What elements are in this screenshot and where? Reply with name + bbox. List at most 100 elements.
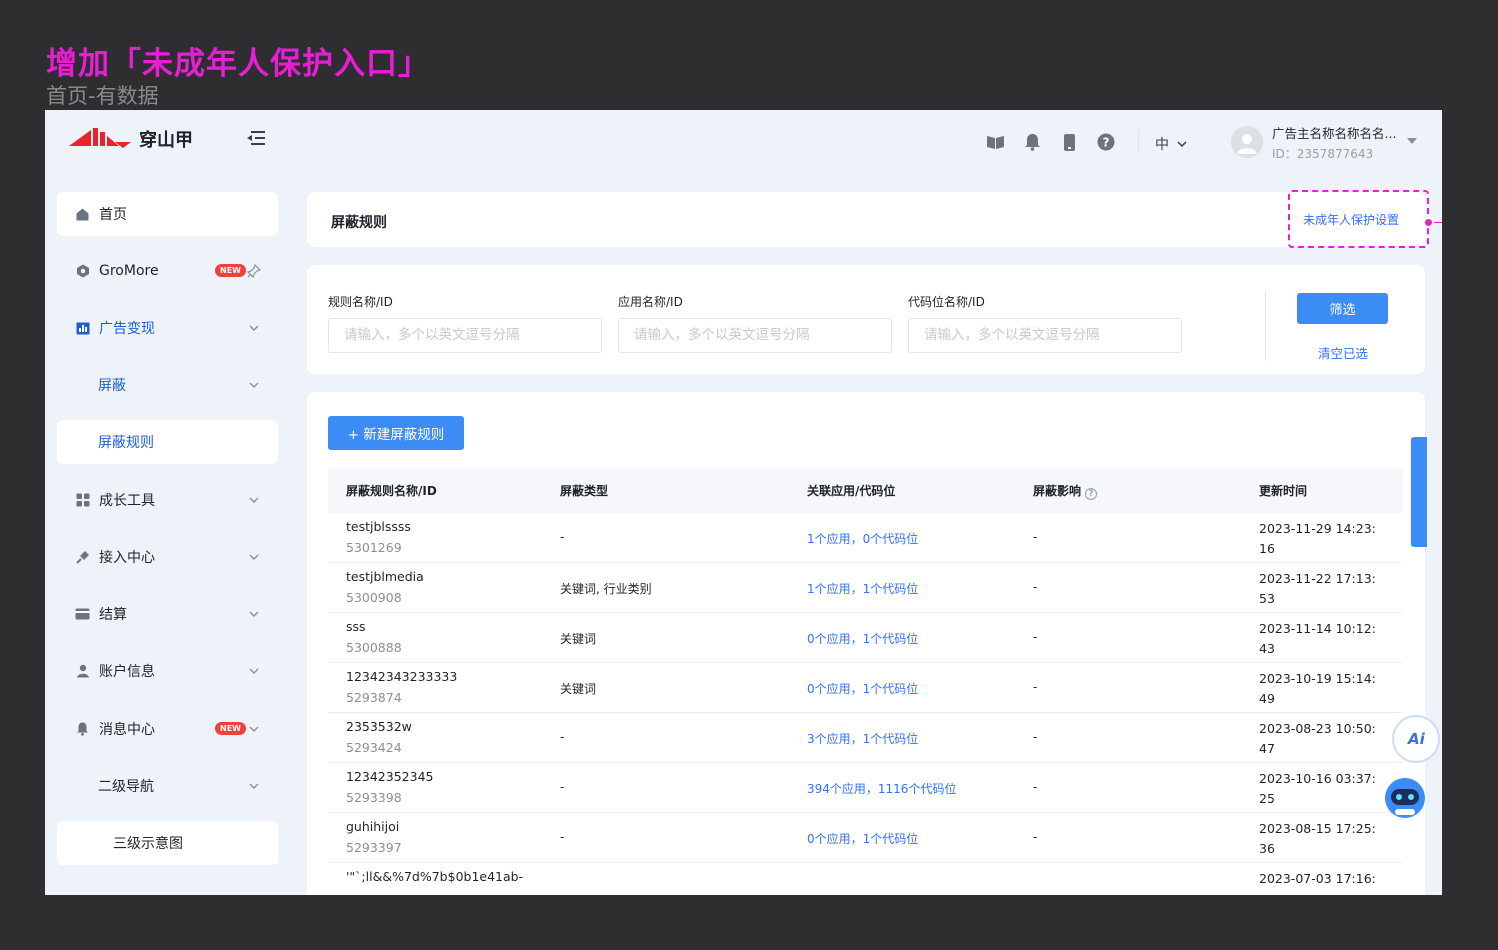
help-icon[interactable]: ? — [1085, 488, 1098, 500]
robot-assistant-icon[interactable] — [1381, 772, 1429, 820]
sidebar-item-block-rules[interactable]: 屏蔽规则 — [57, 420, 278, 464]
collapse-menu-icon[interactable] — [247, 130, 265, 146]
chevron-down-icon — [249, 726, 259, 732]
help-icon[interactable]: ? — [1096, 132, 1116, 152]
update-time: 2023-10-19 15:14:49 — [1259, 671, 1376, 706]
rule-id: 5293398 — [346, 790, 402, 805]
sidebar-item-ad-monetization[interactable]: 广告变现 — [57, 306, 278, 350]
slot-filter-label: 代码位名称/ID — [908, 295, 985, 309]
chevron-down-icon — [249, 325, 259, 331]
table-row[interactable]: 2353532w 5293424 - 3个应用，1个代码位 - 2023-08-… — [328, 713, 1403, 763]
user-id: ID：2357877643 — [1272, 147, 1374, 161]
column-header-effect: 屏蔽影响? — [1033, 482, 1098, 500]
column-header-rule: 屏蔽规则名称/ID — [346, 484, 437, 498]
chart-icon — [75, 321, 90, 336]
ai-assistant-button[interactable]: Ai — [1392, 715, 1440, 763]
design-subtitle: 首页-有数据 — [46, 84, 159, 108]
home-icon — [75, 207, 90, 222]
block-effect: - — [1033, 680, 1038, 694]
relation-link[interactable]: 1个应用，0个代码位 — [807, 530, 918, 547]
bell-icon[interactable] — [1022, 132, 1042, 152]
user-menu-caret-icon[interactable] — [1407, 138, 1417, 144]
rule-name: 2353532w — [346, 719, 412, 734]
sidebar-item-block[interactable]: 屏蔽 — [57, 363, 278, 407]
minor-protection-settings-link[interactable]: 未成年人保护设置 — [1303, 211, 1399, 228]
phone-icon[interactable] — [1059, 132, 1079, 152]
language-switch[interactable]: 中 — [1155, 134, 1187, 154]
page-title: 屏蔽规则 — [331, 215, 387, 231]
sidebar-item-label: 账户信息 — [99, 664, 155, 680]
ai-label: Ai — [1408, 730, 1425, 748]
table-row[interactable]: 12342352345 5293398 - 394个应用，1116个代码位 - … — [328, 763, 1403, 813]
block-type: - — [560, 780, 565, 794]
pin-icon[interactable] — [247, 264, 261, 278]
relation-link[interactable]: 1个应用，1个代码位 — [807, 580, 918, 597]
relation-link[interactable]: 394个应用，1116个代码位 — [807, 780, 956, 797]
annotation-dot — [1423, 217, 1434, 228]
block-effect: - — [1033, 630, 1038, 644]
sidebar-item-message-center[interactable]: 消息中心 NEW — [57, 707, 278, 751]
bell-icon — [75, 722, 90, 737]
update-time: 2023-11-22 17:13:53 — [1259, 571, 1376, 606]
rule-id: 5301269 — [346, 540, 402, 555]
chevron-down-icon — [249, 382, 259, 388]
rule-id: 5293424 — [346, 740, 402, 755]
header-divider — [1138, 130, 1139, 154]
gromore-icon — [75, 264, 90, 279]
table-row[interactable]: testjblmedia 5300908 关键词, 行业类别 1个应用，1个代码… — [328, 563, 1403, 613]
sidebar-item-label: 二级导航 — [98, 779, 154, 795]
rule-id: 5300908 — [346, 590, 402, 605]
app-screen: 穿山甲 ? 中 广告主名称名称名名... ID：2357877643 首页 Gr… — [45, 110, 1442, 895]
sidebar-item-settlement[interactable]: 结算 — [57, 592, 278, 636]
table-row[interactable]: testjblssss 5301269 - 1个应用，0个代码位 - 2023-… — [328, 513, 1403, 563]
relation-link[interactable]: 0个应用，1个代码位 — [807, 630, 918, 647]
block-type: - — [560, 830, 565, 844]
user-avatar-icon — [1237, 134, 1257, 154]
design-title: 增加「未成年人保护入口」 — [46, 46, 430, 82]
block-effect: - — [1033, 730, 1038, 744]
user-name[interactable]: 广告主名称名称名名... — [1272, 123, 1396, 142]
sidebar-item-gromore[interactable]: GroMore NEW — [57, 249, 278, 293]
clear-filters-link[interactable]: 清空已选 — [1318, 343, 1368, 362]
rule-name: 12342343233333 — [346, 669, 458, 684]
sidebar-item-label: 三级示意图 — [113, 836, 183, 852]
column-header-type: 屏蔽类型 — [560, 484, 609, 498]
user-icon — [75, 664, 90, 679]
logo[interactable]: 穿山甲 — [69, 126, 193, 152]
table-row[interactable]: guhihijoi 5293397 - 0个应用，1个代码位 - 2023-08… — [328, 813, 1403, 863]
book-icon[interactable] — [985, 132, 1005, 152]
card-icon — [75, 607, 90, 622]
sidebar-item-home[interactable]: 首页 — [57, 192, 278, 236]
sidebar-item-label: 消息中心 — [99, 722, 155, 738]
column-header-relation: 关联应用/代码位 — [807, 484, 896, 498]
filter-button[interactable]: 筛选 — [1297, 293, 1388, 324]
column-header-time: 更新时间 — [1259, 484, 1308, 498]
feedback-side-tab[interactable] — [1411, 437, 1427, 547]
update-time: 2023-11-29 14:23:16 — [1259, 521, 1376, 556]
table-row[interactable]: sss 5300888 关键词 0个应用，1个代码位 - 2023-11-14 … — [328, 613, 1403, 663]
table-row[interactable]: '"`;ll&&%7d%7b$0b1e41ab- 2023-07-03 17:1… — [328, 863, 1403, 895]
chevron-down-icon — [249, 497, 259, 503]
table-row[interactable]: 12342343233333 5293874 关键词 0个应用，1个代码位 - … — [328, 663, 1403, 713]
chevron-down-icon — [1177, 141, 1187, 147]
sidebar-item-secondary-nav[interactable]: 二级导航 — [57, 764, 278, 808]
sidebar-item-access-center[interactable]: 接入中心 — [57, 535, 278, 579]
sidebar-item-tertiary-demo[interactable]: 三级示意图 — [57, 821, 278, 865]
sidebar-item-label: 首页 — [99, 207, 127, 223]
slot-search-input[interactable]: 请输入，多个以英文逗号分隔 — [908, 318, 1182, 353]
filter-divider — [1265, 291, 1266, 361]
avatar[interactable] — [1231, 126, 1263, 158]
sidebar-item-label: GroMore — [99, 263, 159, 279]
relation-link[interactable]: 3个应用，1个代码位 — [807, 730, 918, 747]
relation-link[interactable]: 0个应用，1个代码位 — [807, 830, 918, 847]
sidebar-item-label: 成长工具 — [99, 493, 155, 509]
sidebar-item-growth-tools[interactable]: 成长工具 — [57, 478, 278, 522]
sidebar-item-account-info[interactable]: 账户信息 — [57, 649, 278, 693]
relation-link[interactable]: 0个应用，1个代码位 — [807, 680, 918, 697]
app-search-input[interactable]: 请输入，多个以英文逗号分隔 — [618, 318, 892, 353]
block-type: 关键词 — [560, 632, 597, 646]
pangle-logo-icon — [69, 128, 131, 148]
rule-search-input[interactable]: 请输入，多个以英文逗号分隔 — [328, 318, 602, 353]
rule-name: testjblmedia — [346, 569, 424, 584]
new-rule-button[interactable]: + 新建屏蔽规则 — [328, 416, 464, 450]
